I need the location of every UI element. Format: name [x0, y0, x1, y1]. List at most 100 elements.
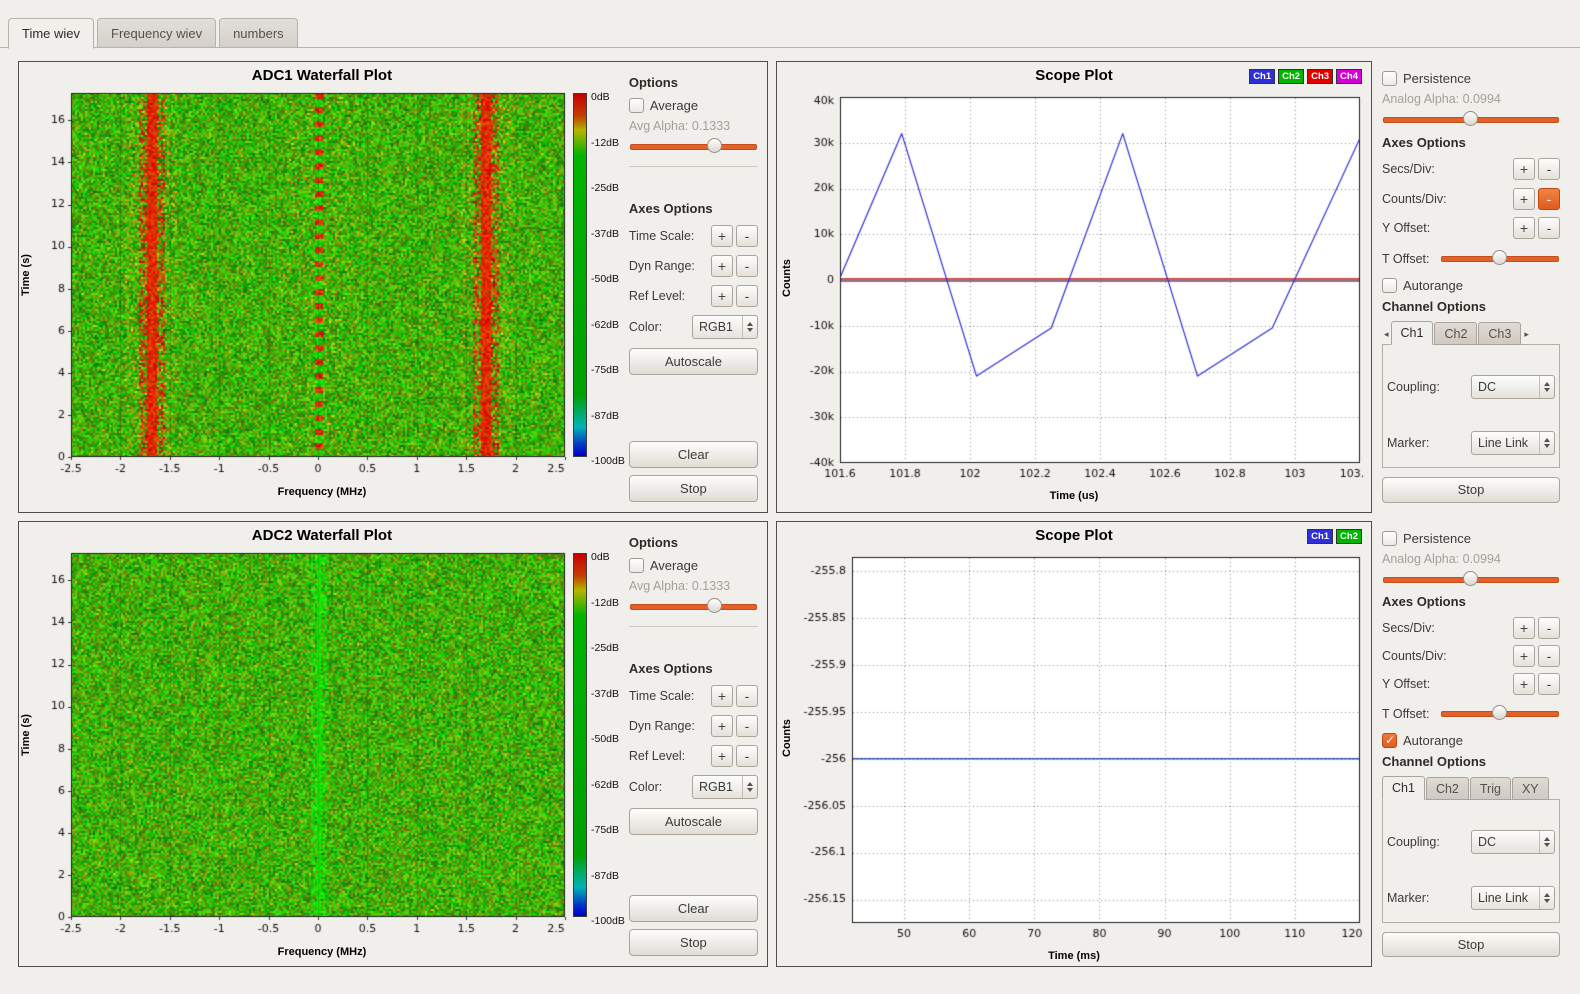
tab-time-view[interactable]: Time wiev	[8, 18, 94, 49]
counts-div-plus-button[interactable]: +	[1513, 645, 1535, 667]
stop-button[interactable]: Stop	[629, 929, 758, 956]
spinner-arrows-icon[interactable]	[742, 776, 757, 798]
avg-alpha-slider[interactable]	[630, 138, 757, 154]
channel-tab-trig[interactable]: Trig	[1470, 777, 1511, 800]
autoscale-button[interactable]: Autoscale	[629, 348, 758, 375]
dyn-range-plus-button[interactable]: +	[711, 255, 733, 277]
stop-button[interactable]: Stop	[1382, 477, 1560, 503]
secs-div-row: Secs/Div: + -	[1382, 158, 1560, 181]
coupling-label: Coupling:	[1387, 835, 1466, 849]
secs-div-plus-button[interactable]: +	[1513, 617, 1535, 639]
scope1-x-axis-label: Time (us)	[1050, 490, 1099, 502]
t-offset-row: T Offset:	[1382, 702, 1560, 726]
secs-div-minus-button[interactable]: -	[1538, 617, 1560, 639]
y-offset-minus-button[interactable]: -	[1538, 673, 1560, 695]
color-combo[interactable]: RGB1	[692, 775, 758, 799]
options-header: Options	[629, 535, 758, 550]
color-combo-value: RGB1	[699, 320, 742, 334]
secs-div-plus-button[interactable]: +	[1513, 158, 1535, 180]
analog-alpha-slider[interactable]	[1383, 571, 1559, 586]
adc2-title: ADC2 Waterfall Plot	[252, 527, 392, 549]
adc1-waterfall-canvas[interactable]	[33, 89, 569, 485]
channel-tab-ch1[interactable]: Ch1	[1382, 776, 1425, 800]
spinner-arrows-icon[interactable]	[1539, 887, 1554, 909]
autorange-checkbox-row[interactable]: Autorange	[1382, 733, 1560, 748]
dyn-range-minus-button[interactable]: -	[736, 715, 758, 737]
channel-tab-ch1[interactable]: Ch1	[1391, 321, 1434, 345]
adc2-waterfall-canvas[interactable]	[33, 549, 569, 945]
counts-div-label: Counts/Div:	[1382, 192, 1510, 206]
time-scale-row: Time Scale: + -	[629, 684, 758, 708]
time-scale-plus-button[interactable]: +	[711, 225, 733, 247]
spinner-arrows-icon[interactable]	[1539, 831, 1554, 853]
tab-scroll-right-icon[interactable]: ▸	[1522, 329, 1531, 345]
channel-tab-ch3[interactable]: Ch3	[1478, 322, 1521, 345]
marker-combo[interactable]: Line Link	[1471, 431, 1555, 455]
stop-button[interactable]: Stop	[1382, 932, 1560, 957]
ref-level-plus-button[interactable]: +	[711, 285, 733, 307]
y-offset-label: Y Offset:	[1382, 677, 1510, 691]
scope1-canvas[interactable]	[794, 89, 1368, 489]
y-offset-minus-button[interactable]: -	[1538, 217, 1560, 239]
persistence-checkbox[interactable]	[1382, 71, 1397, 86]
color-combo[interactable]: RGB1	[692, 315, 758, 339]
t-offset-slider[interactable]	[1441, 250, 1559, 266]
channel-tab-ch2[interactable]: Ch2	[1434, 322, 1477, 345]
dyn-range-plus-button[interactable]: +	[711, 715, 733, 737]
tab-frequency-view[interactable]: Frequency wiev	[97, 18, 216, 48]
persistence-checkbox-row[interactable]: Persistence	[1382, 531, 1560, 546]
slider-handle[interactable]	[707, 138, 722, 153]
time-scale-plus-button[interactable]: +	[711, 685, 733, 707]
colorbar-label: -75dB	[591, 364, 625, 376]
counts-div-minus-button[interactable]: -	[1538, 645, 1560, 667]
ref-level-minus-button[interactable]: -	[736, 285, 758, 307]
time-scale-minus-button[interactable]: -	[736, 685, 758, 707]
average-checkbox[interactable]	[629, 558, 644, 573]
autorange-checkbox[interactable]	[1382, 733, 1397, 748]
slider-handle[interactable]	[1492, 250, 1507, 265]
scope2-canvas[interactable]	[794, 549, 1368, 949]
coupling-combo[interactable]: DC	[1471, 375, 1555, 399]
counts-div-plus-button[interactable]: +	[1513, 188, 1535, 210]
spinner-arrows-icon[interactable]	[1539, 432, 1554, 454]
slider-handle[interactable]	[1492, 705, 1507, 720]
legend-ch1: Ch1	[1307, 529, 1333, 544]
y-offset-plus-button[interactable]: +	[1513, 673, 1535, 695]
average-checkbox[interactable]	[629, 98, 644, 113]
slider-handle[interactable]	[1463, 111, 1478, 126]
tab-scroll-left-icon[interactable]: ◂	[1382, 329, 1391, 345]
channel-tab-ch2[interactable]: Ch2	[1426, 777, 1469, 800]
persistence-checkbox[interactable]	[1382, 531, 1397, 546]
ref-level-plus-button[interactable]: +	[711, 745, 733, 767]
slider-handle[interactable]	[707, 598, 722, 613]
clear-button[interactable]: Clear	[629, 441, 758, 468]
t-offset-slider[interactable]	[1441, 705, 1559, 721]
tab-numbers[interactable]: numbers	[219, 18, 298, 48]
spinner-arrows-icon[interactable]	[742, 316, 757, 338]
ref-level-minus-button[interactable]: -	[736, 745, 758, 767]
analog-alpha-slider[interactable]	[1383, 111, 1559, 127]
time-scale-minus-button[interactable]: -	[736, 225, 758, 247]
colorbar-label: -62dB	[591, 319, 625, 331]
counts-div-minus-button[interactable]: -	[1538, 188, 1560, 210]
autorange-checkbox-row[interactable]: Autorange	[1382, 278, 1560, 293]
autorange-checkbox[interactable]	[1382, 278, 1397, 293]
slider-handle[interactable]	[1463, 571, 1478, 586]
coupling-combo[interactable]: DC	[1471, 830, 1555, 854]
secs-div-minus-button[interactable]: -	[1538, 158, 1560, 180]
marker-combo[interactable]: Line Link	[1471, 886, 1555, 910]
clear-button[interactable]: Clear	[629, 895, 758, 922]
adc1-title: ADC1 Waterfall Plot	[252, 67, 392, 89]
autoscale-button[interactable]: Autoscale	[629, 808, 758, 835]
average-checkbox-row[interactable]: Average	[629, 558, 758, 573]
persistence-checkbox-row[interactable]: Persistence	[1382, 71, 1560, 86]
channel-tab-xy[interactable]: XY	[1512, 777, 1549, 800]
spinner-arrows-icon[interactable]	[1539, 376, 1554, 398]
scope1-y-axis-label: Counts	[780, 89, 794, 467]
average-checkbox-row[interactable]: Average	[629, 98, 758, 113]
stop-button[interactable]: Stop	[629, 475, 758, 502]
y-offset-plus-button[interactable]: +	[1513, 217, 1535, 239]
dyn-range-minus-button[interactable]: -	[736, 255, 758, 277]
avg-alpha-slider[interactable]	[630, 598, 757, 614]
color-label: Color:	[629, 780, 687, 794]
